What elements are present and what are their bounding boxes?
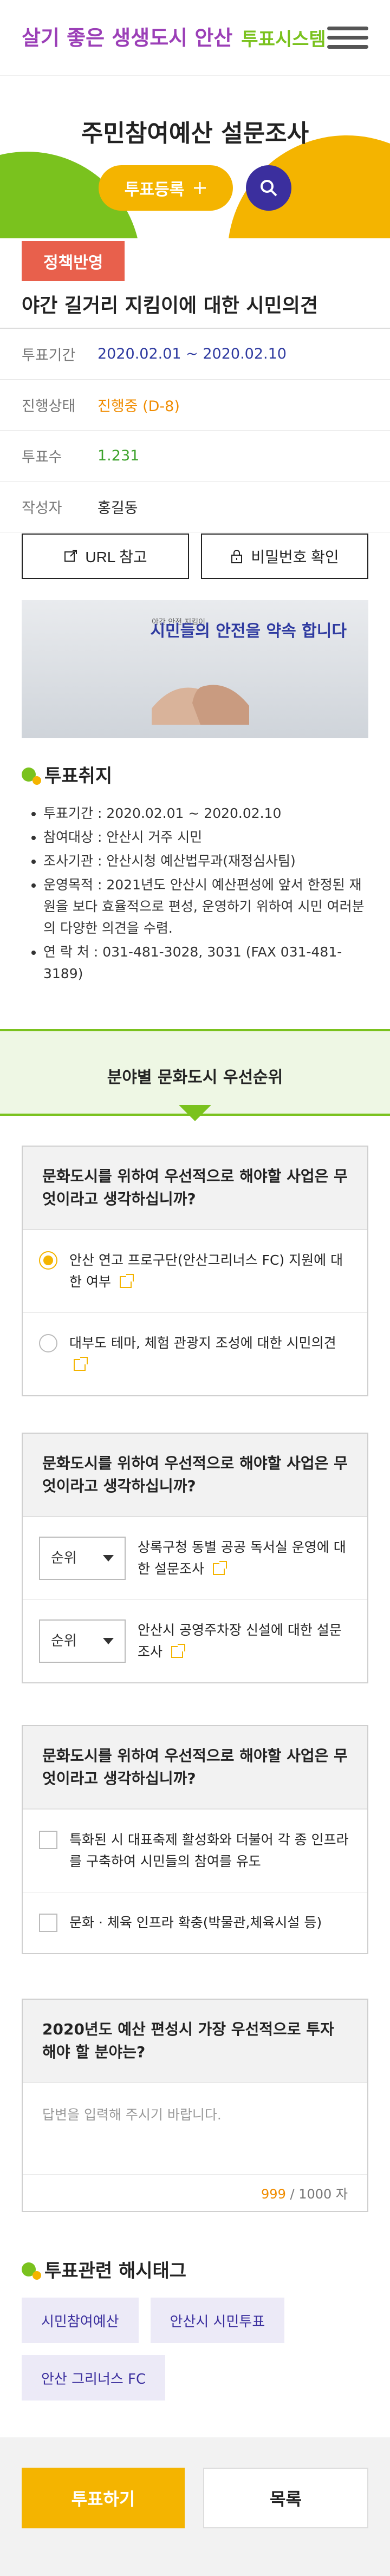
list-item: 참여대상 : 안산시 거주 시민 bbox=[43, 827, 368, 848]
option-label: 안산시 공영주차장 신설에 대한 설문조사 bbox=[138, 1622, 342, 1660]
radio-selected[interactable] bbox=[39, 1251, 57, 1270]
register-vote-button[interactable]: 투표등록 bbox=[98, 165, 233, 211]
hashtag[interactable]: 안산시 시민투표 bbox=[150, 2298, 285, 2343]
list-button[interactable]: 목록 bbox=[203, 2468, 368, 2528]
option-label: 안산 연고 프로구단(안산그리너스 FC) 지원에 대한 여부 bbox=[69, 1252, 343, 1290]
question-text: 문화도시를 위하여 우선적으로 해야할 사업은 무엇이라고 생각하십니까? bbox=[23, 1434, 367, 1517]
external-link-icon bbox=[64, 550, 77, 562]
radio[interactable] bbox=[39, 1334, 57, 1352]
meta-author: 작성자 홍길동 bbox=[0, 482, 390, 532]
hashtag[interactable]: 시민참여예산 bbox=[22, 2298, 139, 2343]
option-row[interactable]: 안산 연고 프로구단(안산그리너스 FC) 지원에 대한 여부 bbox=[23, 1230, 367, 1312]
hashtag-section: 투표관련 해시태그 시민참여예산 안산시 시민투표 안산 그리너스 FC bbox=[22, 2256, 368, 2401]
external-link-icon[interactable] bbox=[74, 1357, 88, 1371]
vote-purpose: 투표취지 투표기간 : 2020.02.01 ~ 2020.02.10 참여대상… bbox=[22, 761, 368, 987]
external-link-icon[interactable] bbox=[212, 1561, 227, 1575]
pinky-promise-illustration bbox=[152, 685, 249, 725]
vote-title: 야간 길거리 지킴이에 대한 시민의견 bbox=[22, 295, 318, 317]
purpose-title: 투표취지 bbox=[44, 765, 113, 787]
url-reference-button[interactable]: URL 참고 bbox=[22, 534, 189, 579]
option-label: 문화 · 체육 인프라 확충(박물관,체육시설 등) bbox=[69, 1915, 322, 1930]
meta-count: 투표수 1.231 bbox=[0, 431, 390, 482]
vote-meta: 투표기간 2020.02.01 ~ 2020.02.10 진행상태 진행중 (D… bbox=[0, 329, 390, 532]
arrow-down-icon bbox=[179, 1105, 211, 1121]
option-label: 대부도 테마, 체험 관광지 조성에 대한 시민의견 bbox=[69, 1335, 336, 1351]
external-link-icon[interactable] bbox=[171, 1644, 185, 1658]
hashtag-title: 투표관련 해시태그 bbox=[44, 2260, 187, 2282]
logo-mark: 살기 좋은 생생도시 안산 bbox=[22, 25, 233, 50]
checkbox[interactable] bbox=[39, 1831, 57, 1849]
submit-vote-button[interactable]: 투표하기 bbox=[22, 2468, 185, 2528]
password-check-button[interactable]: 비밀번호 확인 bbox=[201, 534, 368, 579]
option-row: 순위 안산시 공영주차장 신설에 대한 설문조사 bbox=[23, 1599, 367, 1682]
option-label: 상록구청 동별 공공 독서실 운영에 대한 설문조사 bbox=[138, 1539, 346, 1577]
rank-select[interactable]: 순위 bbox=[39, 1537, 126, 1580]
vote-banner-image: 야간 안전 지킴이 시민들의 안전을 약속 합니다 bbox=[22, 600, 368, 738]
question-card-4: 2020년도 예산 편성시 가장 우선적으로 투자해야 할 분야는? 답변을 입… bbox=[22, 1999, 368, 2212]
hero: 주민참여예산 설문조사 투표등록 bbox=[0, 76, 390, 238]
lock-icon bbox=[231, 550, 243, 563]
search-button[interactable] bbox=[246, 165, 292, 211]
plus-icon bbox=[194, 182, 206, 194]
status-badge: 정책반영 bbox=[22, 241, 125, 281]
checkbox[interactable] bbox=[39, 1914, 57, 1932]
banner-headline: 시민들의 안전을 약속 합니다 bbox=[150, 622, 347, 641]
chevron-down-icon bbox=[103, 1555, 114, 1562]
option-row: 순위 상록구청 동별 공공 독서실 운영에 대한 설문조사 bbox=[23, 1517, 367, 1599]
list-item: 운영목적 : 2021년도 안산시 예산편성에 앞서 한정된 재원을 보다 효율… bbox=[43, 874, 368, 939]
option-row[interactable]: 문화 · 체육 인프라 확충(박물관,체육시설 등) bbox=[23, 1892, 367, 1953]
list-item: 조사기관 : 안산시청 예산법무과(재정심사팀) bbox=[43, 850, 368, 872]
bottom-action-bar: 투표하기 목록 bbox=[0, 2437, 390, 2576]
list-item: 연 락 처 : 031-481-3028, 3031 (FAX 031-481-… bbox=[43, 941, 368, 985]
rank-select[interactable]: 순위 bbox=[39, 1619, 126, 1663]
question-card-3: 문화도시를 위하여 우선적으로 해야할 사업은 무엇이라고 생각하십니까? 특화… bbox=[22, 1725, 368, 1954]
question-text: 문화도시를 위하여 우선적으로 해야할 사업은 무엇이라고 생각하십니까? bbox=[23, 1726, 367, 1809]
question-text: 문화도시를 위하여 우선적으로 해야할 사업은 무엇이라고 생각하십니까? bbox=[23, 1147, 367, 1230]
section-dot-icon bbox=[22, 767, 41, 785]
answer-textarea[interactable]: 답변을 입력해 주시기 바랍니다. bbox=[23, 2083, 367, 2175]
question-card-1: 문화도시를 위하여 우선적으로 해야할 사업은 무엇이라고 생각하십니까? 안산… bbox=[22, 1146, 368, 1396]
option-row[interactable]: 특화된 시 대표축제 활성화와 더불어 각 종 인프라를 구축하여 시민들의 참… bbox=[23, 1809, 367, 1892]
hamburger-icon[interactable] bbox=[327, 27, 368, 49]
search-icon bbox=[261, 180, 277, 197]
char-counter: 999 / 1000 자 bbox=[261, 2187, 348, 2202]
purpose-list: 투표기간 : 2020.02.01 ~ 2020.02.10 참여대상 : 안산… bbox=[22, 803, 368, 985]
category-header: 분야별 문화도시 우선순위 bbox=[0, 1029, 390, 1116]
page-title: 주민참여예산 설문조사 bbox=[81, 120, 309, 147]
meta-period: 투표기간 2020.02.01 ~ 2020.02.10 bbox=[0, 329, 390, 380]
option-row[interactable]: 대부도 테마, 체험 관광지 조성에 대한 시민의견 bbox=[23, 1312, 367, 1395]
chevron-down-icon bbox=[103, 1638, 114, 1644]
hashtag[interactable]: 안산 그리너스 FC bbox=[22, 2355, 166, 2401]
category-title: 분야별 문화도시 우선순위 bbox=[107, 1068, 283, 1087]
option-label: 특화된 시 대표축제 활성화와 더불어 각 종 인프라를 구축하여 시민들의 참… bbox=[69, 1832, 349, 1869]
header: 살기 좋은 생생도시 안산 투표시스템 bbox=[0, 0, 390, 76]
external-link-icon[interactable] bbox=[119, 1274, 134, 1288]
question-card-2: 문화도시를 위하여 우선적으로 해야할 사업은 무엇이라고 생각하십니까? 순위… bbox=[22, 1433, 368, 1683]
list-item: 투표기간 : 2020.02.01 ~ 2020.02.10 bbox=[43, 803, 368, 824]
section-dot-icon bbox=[22, 2262, 41, 2280]
question-text: 2020년도 예산 편성시 가장 우선적으로 투자해야 할 분야는? bbox=[23, 2000, 367, 2083]
register-label: 투표등록 bbox=[124, 181, 185, 199]
meta-status: 진행상태 진행중 (D-8) bbox=[0, 380, 390, 431]
logo-subtitle: 투표시스템 bbox=[241, 29, 326, 50]
logo[interactable]: 살기 좋은 생생도시 안산 투표시스템 bbox=[22, 24, 326, 51]
